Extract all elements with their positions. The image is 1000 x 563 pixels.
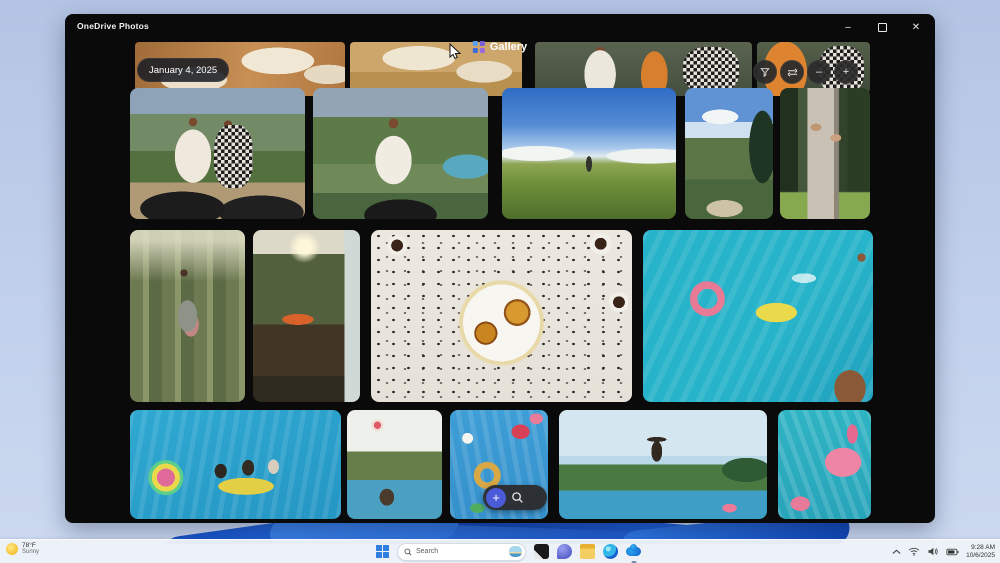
- photo-tile[interactable]: [130, 88, 305, 219]
- gallery-toolbar: – +: [753, 60, 858, 84]
- photo-tile[interactable]: [685, 88, 773, 219]
- hidden-icons-chevron[interactable]: [892, 549, 901, 555]
- chat-app-button[interactable]: [557, 544, 572, 559]
- photo-tile[interactable]: [778, 410, 871, 519]
- window-title: OneDrive Photos: [77, 21, 149, 31]
- sun-icon: [6, 543, 18, 555]
- titlebar[interactable]: OneDrive Photos – ✕: [65, 14, 935, 40]
- photo-tile[interactable]: [559, 410, 767, 519]
- photo-tile[interactable]: [130, 230, 245, 402]
- system-tray: 9:28 AM 10/6/2025: [892, 540, 995, 563]
- close-icon: ✕: [912, 22, 920, 33]
- start-button[interactable]: [376, 545, 389, 558]
- maximize-button[interactable]: [865, 14, 899, 40]
- plus-icon: +: [492, 491, 500, 504]
- magnifier-icon[interactable]: [511, 491, 524, 504]
- tray-date: 10/6/2025: [966, 552, 995, 560]
- gallery-header-label: Gallery: [490, 41, 527, 53]
- wifi-icon[interactable]: [908, 547, 920, 556]
- gallery-header: Gallery: [473, 41, 527, 53]
- close-button[interactable]: ✕: [899, 14, 933, 40]
- zoom-out-button[interactable]: –: [807, 60, 831, 84]
- onedrive-photos-window: OneDrive Photos – ✕ Gallery January 4, 2…: [65, 14, 935, 523]
- date-badge-label: January 4, 2025: [149, 65, 217, 76]
- date-badge: January 4, 2025: [137, 58, 229, 82]
- weather-temperature: 78°F: [22, 542, 39, 549]
- floating-action-bar: +: [483, 485, 547, 510]
- windows-logo-icon: [376, 545, 389, 558]
- photo-tile[interactable]: [313, 88, 488, 219]
- search-label: Search: [416, 548, 505, 555]
- filter-button[interactable]: [753, 60, 777, 84]
- plus-icon: +: [843, 67, 849, 78]
- maximize-icon: [878, 23, 887, 32]
- file-explorer-button[interactable]: [580, 544, 595, 559]
- search-icon: [404, 548, 412, 556]
- minimize-icon: –: [845, 22, 851, 33]
- sliders-icon: [787, 68, 798, 77]
- clock-widget[interactable]: 9:28 AM 10/6/2025: [966, 544, 995, 560]
- weather-condition: Sunny: [22, 549, 39, 556]
- photo-tile[interactable]: [643, 230, 873, 402]
- speaker-icon[interactable]: [927, 547, 939, 556]
- photo-tile[interactable]: [347, 410, 442, 519]
- taskbar: 78°F Sunny Search: [0, 539, 1000, 563]
- battery-icon[interactable]: [946, 548, 959, 556]
- search-box[interactable]: Search: [397, 543, 526, 561]
- edge-browser-button[interactable]: [603, 544, 618, 559]
- photo-tile[interactable]: [502, 88, 676, 219]
- minus-icon: –: [816, 67, 822, 78]
- funnel-icon: [760, 67, 770, 77]
- taskbar-center: Search: [376, 540, 641, 563]
- gallery-grid-icon: [473, 41, 485, 53]
- photo-tile[interactable]: [780, 88, 870, 219]
- minimize-button[interactable]: –: [831, 14, 865, 40]
- onedrive-app-button[interactable]: [626, 544, 641, 559]
- zoom-in-button[interactable]: +: [834, 60, 858, 84]
- photo-tile[interactable]: [253, 230, 360, 402]
- weather-widget[interactable]: 78°F Sunny: [6, 542, 39, 556]
- tray-time: 9:28 AM: [971, 544, 995, 552]
- onedrive-cloud-icon: [626, 547, 641, 556]
- adjust-button[interactable]: [780, 60, 804, 84]
- mouse-cursor: [449, 43, 461, 60]
- add-button[interactable]: +: [486, 488, 506, 508]
- task-view-button[interactable]: [534, 544, 549, 559]
- photo-tile[interactable]: [371, 230, 632, 402]
- photo-tile[interactable]: [130, 410, 341, 519]
- search-highlight-image: [509, 546, 522, 557]
